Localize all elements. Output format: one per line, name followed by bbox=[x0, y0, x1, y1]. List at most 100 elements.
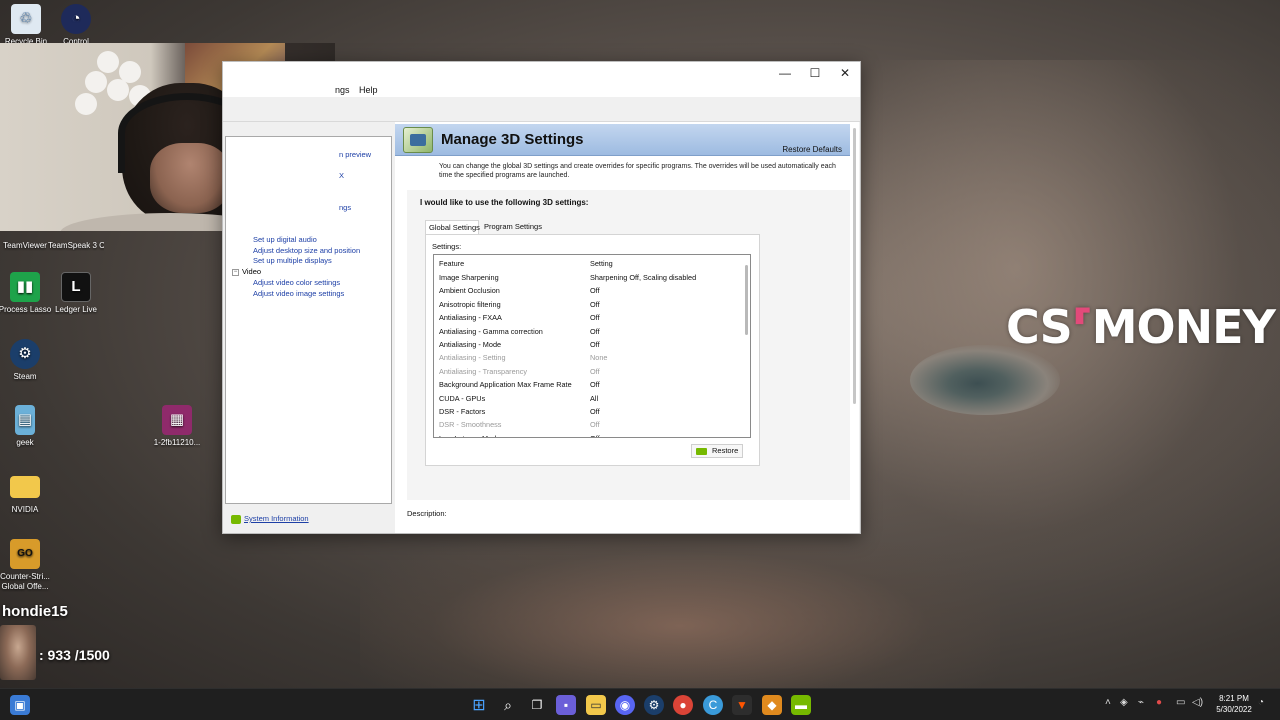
desktop-icon-label: NVIDIA bbox=[11, 505, 39, 514]
restore-defaults-link[interactable]: Restore Defaults bbox=[782, 145, 842, 154]
task-tree: n preview X ngs Set up digital audio Adj… bbox=[225, 136, 392, 504]
volume-icon[interactable]: ◁) bbox=[1192, 697, 1203, 708]
chat-icon[interactable]: ▪ bbox=[556, 695, 576, 715]
search-icon[interactable]: ⌕ bbox=[498, 695, 518, 715]
menu-help[interactable]: Help bbox=[359, 83, 378, 97]
description-label: Description: bbox=[407, 509, 447, 518]
nav-item-partial[interactable]: X bbox=[339, 171, 344, 180]
tray-app-icon[interactable]: ◈ bbox=[1120, 697, 1128, 708]
ccleaner-icon[interactable]: C bbox=[703, 695, 723, 715]
settings-row[interactable]: Image Sharpening Sharpening Off, Scaling … bbox=[434, 271, 750, 284]
nav-item-digital-audio[interactable]: Set up digital audio bbox=[253, 235, 317, 244]
settings-row[interactable]: DSR - Factors Off bbox=[434, 405, 750, 418]
feature-cell: Background Application Max Frame Rate bbox=[439, 380, 572, 390]
nav-item-desktop-size[interactable]: Adjust desktop size and position bbox=[253, 246, 360, 255]
desktop-icon-control[interactable]: ◔ Control bbox=[48, 4, 104, 47]
settings-row[interactable]: Antialiasing - FXAA Off bbox=[434, 311, 750, 324]
desktop-icon-label: Ledger Live bbox=[55, 305, 97, 314]
page-title: Manage 3D Settings bbox=[441, 131, 584, 148]
desktop-icon-label: TeamViewer bbox=[3, 241, 47, 250]
background-lower-face bbox=[360, 530, 1000, 690]
setting-cell: All bbox=[590, 393, 599, 403]
feature-cell: Antialiasing - Gamma correction bbox=[439, 326, 543, 336]
close-button[interactable]: ✕ bbox=[830, 62, 860, 83]
collapse-icon[interactable]: − bbox=[232, 268, 239, 276]
settings-row[interactable]: DSR - Smoothness Off bbox=[434, 418, 750, 431]
clock[interactable]: 8:21 PM 5/30/2022 bbox=[1210, 693, 1258, 715]
taskbar: ▣ ⊞ ⌕ ❐ ▪ ▭ ◉ ⚙ ● C ▼ ◆ ▬ ˄ ◈ ⌁ ● ▭ ◁) 8… bbox=[0, 688, 1280, 720]
global-settings-panel: Settings: Feature Setting Image Sharpeni… bbox=[425, 234, 760, 466]
nav-item-video-image[interactable]: Adjust video image settings bbox=[253, 289, 344, 298]
grid-header: Feature Setting bbox=[434, 255, 750, 271]
watermark-cs: CS bbox=[1006, 300, 1073, 354]
desktop-icon-label: geek bbox=[16, 438, 34, 447]
settings-row[interactable]: Low Latency Mode Off bbox=[434, 432, 750, 437]
nav-node-video-label: Video bbox=[242, 267, 262, 276]
settings-group: I would like to use the following 3D set… bbox=[407, 190, 850, 500]
nvidia-icon[interactable]: ▬ bbox=[791, 695, 811, 715]
settings-row[interactable]: Antialiasing - Transparency Off bbox=[434, 365, 750, 378]
feature-cell: DSR - Factors bbox=[439, 407, 486, 416]
minimize-button[interactable]: — bbox=[770, 62, 800, 83]
nav-item-video-color[interactable]: Adjust video color settings bbox=[253, 278, 340, 287]
streamer-face bbox=[150, 143, 230, 213]
csgo-icon: GO bbox=[10, 539, 40, 569]
microphone-icon[interactable]: ● bbox=[1156, 697, 1162, 708]
desktop-icon-geek[interactable]: ▤ geek bbox=[0, 405, 53, 448]
chrome-icon[interactable]: ● bbox=[673, 695, 693, 715]
process-lasso-icon: ▮▮ bbox=[10, 272, 40, 302]
network-icon[interactable]: ▭ bbox=[1176, 697, 1185, 708]
start-icon[interactable]: ⊞ bbox=[469, 695, 489, 715]
setting-cell: Off bbox=[590, 407, 600, 416]
settings-row[interactable]: Ambient Occlusion Off bbox=[434, 284, 750, 297]
widgets-icon[interactable]: ▣ bbox=[10, 695, 30, 715]
nav-node-video[interactable]: − Video bbox=[232, 267, 261, 276]
usb-icon[interactable]: ⌁ bbox=[1138, 697, 1144, 708]
feature-cell: Antialiasing - Mode bbox=[439, 340, 502, 349]
desktop-icon-csgo[interactable]: GO Counter-Stri... Global Offe... bbox=[0, 539, 53, 592]
restore-button[interactable]: Restore bbox=[691, 444, 743, 458]
feature-cell: Image Sharpening bbox=[439, 273, 499, 282]
menu-settings[interactable]: ngs bbox=[335, 83, 350, 97]
nav-item-preview[interactable]: n preview bbox=[339, 150, 371, 159]
settings-row[interactable]: CUDA - GPUs All bbox=[434, 392, 750, 405]
page-header: Manage 3D Settings Restore Defaults bbox=[395, 124, 850, 156]
nav-item-multiple-displays[interactable]: Set up multiple displays bbox=[253, 256, 332, 265]
tab-program-settings[interactable]: Program Settings bbox=[481, 220, 545, 234]
tray-overflow-icon[interactable]: ˄ bbox=[1105, 697, 1111, 708]
desktop-icon-process-lasso[interactable]: ▮▮ Process Lasso bbox=[0, 272, 53, 315]
feature-cell: Low Latency Mode bbox=[439, 434, 500, 437]
app-icon[interactable]: ◆ bbox=[762, 695, 782, 715]
title-bar[interactable]: — ☐ ✕ bbox=[223, 62, 860, 83]
file-explorer-icon[interactable]: ▭ bbox=[586, 695, 606, 715]
desktop-icon-recycle-bin[interactable]: ♲ Recycle Bin bbox=[0, 4, 54, 47]
feature-cell: Antialiasing - FXAA bbox=[439, 313, 502, 323]
desktop-icon-steam[interactable]: ⚙ Steam bbox=[0, 339, 53, 382]
maximize-button[interactable]: ☐ bbox=[800, 62, 830, 83]
faceit-icon[interactable]: ▼ bbox=[732, 695, 752, 715]
desktop-icon-label: Process Lasso bbox=[0, 305, 52, 314]
tab-global-settings[interactable]: Global Settings bbox=[425, 220, 480, 234]
discord-icon[interactable]: ◉ bbox=[615, 695, 635, 715]
steam-icon[interactable]: ⚙ bbox=[644, 695, 664, 715]
settings-row[interactable]: Antialiasing - Gamma correction Off bbox=[434, 325, 750, 338]
stream-avatar bbox=[0, 625, 36, 680]
settings-row[interactable]: Antialiasing - Mode Off bbox=[434, 338, 750, 351]
content-scrollbar[interactable] bbox=[851, 124, 859, 406]
settings-row[interactable]: Anisotropic filtering Off bbox=[434, 298, 750, 311]
desktop-icon-ledger[interactable]: L Ledger Live bbox=[48, 272, 104, 315]
nav-item-settings[interactable]: ngs bbox=[339, 203, 351, 212]
feature-cell: Anisotropic filtering bbox=[439, 299, 501, 309]
notification-icon[interactable]: ◔ bbox=[1258, 697, 1264, 708]
setting-cell: Off bbox=[590, 299, 600, 309]
desktop-icon-label: TeamSpeak 3 Client bbox=[48, 241, 104, 250]
clock-date: 5/30/2022 bbox=[1216, 705, 1252, 714]
system-information-link[interactable]: System Information bbox=[231, 514, 309, 524]
settings-row[interactable]: Antialiasing - Setting None bbox=[434, 351, 750, 364]
desktop-icon-archive[interactable]: ▦ 1-2fb11210... bbox=[149, 405, 205, 448]
settings-row[interactable]: Background Application Max Frame Rate Off bbox=[434, 378, 750, 391]
elgato-icon: ◔ bbox=[61, 4, 91, 34]
task-view-icon[interactable]: ❐ bbox=[527, 695, 547, 715]
desktop-icon-nvidia-folder[interactable]: NVIDIA bbox=[0, 472, 53, 515]
grid-scrollbar[interactable] bbox=[745, 265, 748, 335]
